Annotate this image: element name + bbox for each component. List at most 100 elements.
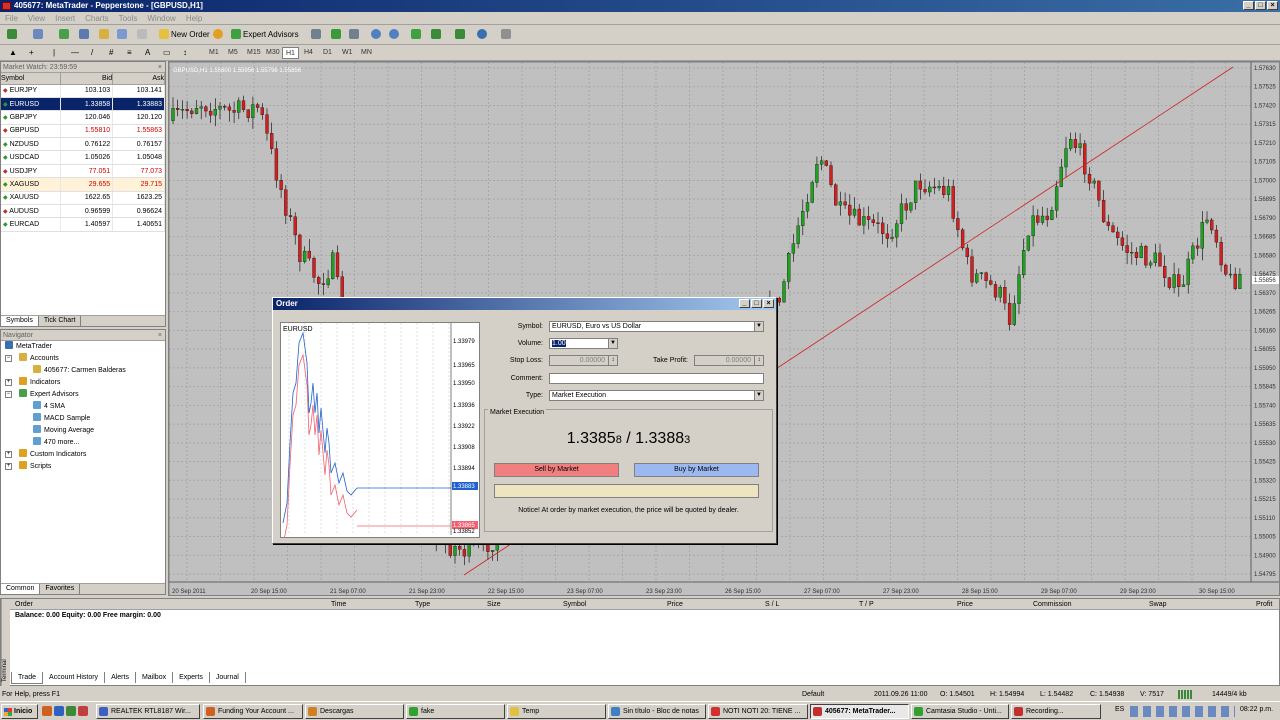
column-header-price[interactable]: Price bbox=[957, 599, 973, 610]
timeframe-m15[interactable]: M15 bbox=[244, 47, 264, 59]
type-select[interactable]: Market Execution ▼ bbox=[549, 390, 764, 401]
navigator-item-expert-advisors[interactable]: − Expert Advisors bbox=[1, 389, 165, 401]
buy-by-market-button[interactable]: Buy by Market bbox=[634, 463, 759, 477]
tab-alerts[interactable]: Alerts bbox=[105, 672, 136, 683]
tab-experts[interactable]: Experts bbox=[173, 672, 210, 683]
taskbar-item-10[interactable]: Recording... bbox=[1011, 704, 1101, 719]
timeframe-m30[interactable]: M30 bbox=[263, 47, 283, 59]
start-button[interactable]: Inicio bbox=[1, 704, 38, 719]
trendline-icon[interactable]: / bbox=[88, 45, 96, 59]
column-header-symbol[interactable]: Symbol bbox=[563, 599, 586, 610]
taskbar-item-4[interactable]: fake bbox=[406, 704, 505, 719]
chevron-down-icon[interactable]: ▼ bbox=[754, 391, 763, 400]
taskbar-item-1[interactable]: REALTEK RTL8187 Wir... bbox=[96, 704, 200, 719]
taskbar-item-5[interactable]: Temp bbox=[507, 704, 606, 719]
timeframe-w1[interactable]: W1 bbox=[339, 47, 356, 59]
column-header-time[interactable]: Time bbox=[331, 599, 346, 610]
column-header-size[interactable]: Size bbox=[487, 599, 501, 610]
close-button[interactable]: × bbox=[1267, 1, 1278, 10]
navigator-icon[interactable] bbox=[96, 27, 112, 41]
quick-launch-icon[interactable] bbox=[78, 706, 88, 716]
indicators-icon[interactable] bbox=[452, 27, 468, 41]
navigator-item-405677-carmen-balderas[interactable]: 405677: Carmen Balderas bbox=[1, 365, 165, 377]
taskbar-item-2[interactable]: Funding Your Account ... bbox=[203, 704, 303, 719]
menu-view[interactable]: View bbox=[23, 12, 50, 25]
expand-icon[interactable]: + bbox=[5, 463, 12, 470]
crosshair-icon[interactable]: + bbox=[26, 45, 37, 59]
menu-help[interactable]: Help bbox=[181, 12, 207, 25]
column-header-profit[interactable]: Profit bbox=[1256, 599, 1272, 610]
market-watch-row[interactable]: ◆ GBPUSD 1.55810 1.55863 bbox=[1, 124, 165, 139]
taskbar-item-6[interactable]: Sin título - Bloc de notas bbox=[608, 704, 706, 719]
label-icon[interactable]: ▭ bbox=[160, 45, 174, 59]
market-watch-row[interactable]: ◆ EURCAD 1.40597 1.40651 bbox=[1, 217, 165, 232]
tester-icon[interactable] bbox=[134, 27, 150, 41]
navigator-item-470-more[interactable]: 470 more... bbox=[1, 437, 165, 449]
expert-advisors-button[interactable]: Expert Advisors bbox=[228, 27, 302, 41]
expand-icon[interactable]: − bbox=[5, 391, 12, 398]
column-header-ask[interactable]: Ask bbox=[112, 73, 165, 85]
comment-field[interactable] bbox=[549, 373, 764, 384]
cursor-icon[interactable]: ▲ bbox=[6, 45, 20, 59]
column-header-bid[interactable]: Bid bbox=[60, 73, 114, 85]
column-header-s-l[interactable]: S / L bbox=[765, 599, 779, 610]
quick-launch-icon[interactable] bbox=[54, 706, 64, 716]
candlestick-icon[interactable] bbox=[328, 27, 344, 41]
line-chart-icon[interactable] bbox=[346, 27, 362, 41]
terminal-icon[interactable] bbox=[114, 27, 130, 41]
auto-scroll-icon[interactable] bbox=[428, 27, 444, 41]
profiles-icon[interactable] bbox=[30, 27, 46, 41]
tab-journal[interactable]: Journal bbox=[210, 672, 246, 683]
navigator-item-indicators[interactable]: + Indicators bbox=[1, 377, 165, 389]
quick-launch-icon[interactable] bbox=[66, 706, 76, 716]
market-watch-row[interactable]: ◆ USDJPY 77.051 77.073 bbox=[1, 164, 165, 179]
maximize-button[interactable]: □ bbox=[1255, 1, 1266, 10]
stepper-icon[interactable]: ↕ bbox=[754, 356, 763, 365]
timeframe-d1[interactable]: D1 bbox=[320, 47, 335, 59]
navigator-item-scripts[interactable]: + Scripts bbox=[1, 461, 165, 473]
metaeditor-icon[interactable] bbox=[210, 27, 226, 41]
tab-account-history[interactable]: Account History bbox=[43, 672, 106, 683]
column-header-price[interactable]: Price bbox=[667, 599, 683, 610]
taskbar-item-8[interactable]: 405677: MetaTrader... bbox=[810, 704, 909, 719]
column-header-swap[interactable]: Swap bbox=[1149, 599, 1167, 610]
close-icon[interactable]: × bbox=[158, 62, 162, 73]
chevron-down-icon[interactable]: ▼ bbox=[608, 339, 617, 348]
minimize-button[interactable]: _ bbox=[1243, 1, 1254, 10]
navigator-item-accounts[interactable]: − Accounts bbox=[1, 353, 165, 365]
market-watch-row[interactable]: ◆ NZDUSD 0.76122 0.76157 bbox=[1, 137, 165, 152]
taskbar-item-7[interactable]: NOTI NOTI 20: TIENE ... bbox=[708, 704, 808, 719]
tile-windows-icon[interactable] bbox=[408, 27, 424, 41]
vertical-line-icon[interactable]: | bbox=[50, 45, 58, 59]
column-header-commission[interactable]: Commission bbox=[1033, 599, 1072, 610]
navigator-item-custom-indicators[interactable]: + Custom Indicators bbox=[1, 449, 165, 461]
taskbar-item-9[interactable]: Camtasia Studio - Unti... bbox=[911, 704, 1009, 719]
menu-tools[interactable]: Tools bbox=[114, 12, 143, 25]
close-icon[interactable]: × bbox=[158, 330, 162, 341]
symbol-select[interactable]: EURUSD, Euro vs US Dollar ▼ bbox=[549, 321, 764, 332]
timeframe-m1[interactable]: M1 bbox=[206, 47, 222, 59]
sell-by-market-button[interactable]: Sell by Market bbox=[494, 463, 619, 477]
fibonacci-icon[interactable]: ≡ bbox=[124, 45, 135, 59]
zoom-out-icon[interactable] bbox=[386, 27, 402, 41]
stop-loss-field[interactable]: 0.00000 ↕ bbox=[549, 355, 618, 366]
navigator-item-metatrader[interactable]: MetaTrader bbox=[1, 341, 165, 353]
expand-icon[interactable]: + bbox=[5, 379, 12, 386]
market-watch-row[interactable]: ◆ XAUUSD 1622.65 1623.25 bbox=[1, 191, 165, 206]
timeframe-mn[interactable]: MN bbox=[358, 47, 375, 59]
volume-field[interactable]: 1.00 ▼ bbox=[549, 338, 618, 349]
market-watch-row[interactable]: ◆ XAGUSD 29.655 29.715 bbox=[1, 177, 165, 192]
navigator-item-moving-average[interactable]: Moving Average bbox=[1, 425, 165, 437]
dialog-minimize-button[interactable]: _ bbox=[739, 299, 750, 308]
tab-trade[interactable]: Trade bbox=[11, 672, 44, 684]
expand-icon[interactable]: + bbox=[5, 451, 12, 458]
timeframe-h1[interactable]: H1 bbox=[282, 47, 299, 59]
language-indicator[interactable]: ES bbox=[1115, 706, 1124, 713]
horizontal-line-icon[interactable]: — bbox=[68, 45, 82, 59]
periods-icon[interactable] bbox=[474, 27, 490, 41]
expand-icon[interactable]: − bbox=[5, 355, 12, 362]
system-tray-icons[interactable] bbox=[1130, 706, 1235, 717]
templates-icon[interactable] bbox=[498, 27, 514, 41]
market-watch-row[interactable]: ◆ EURUSD 1.33858 1.33883 bbox=[1, 97, 165, 112]
arrows-icon[interactable]: ↕ bbox=[180, 45, 190, 59]
